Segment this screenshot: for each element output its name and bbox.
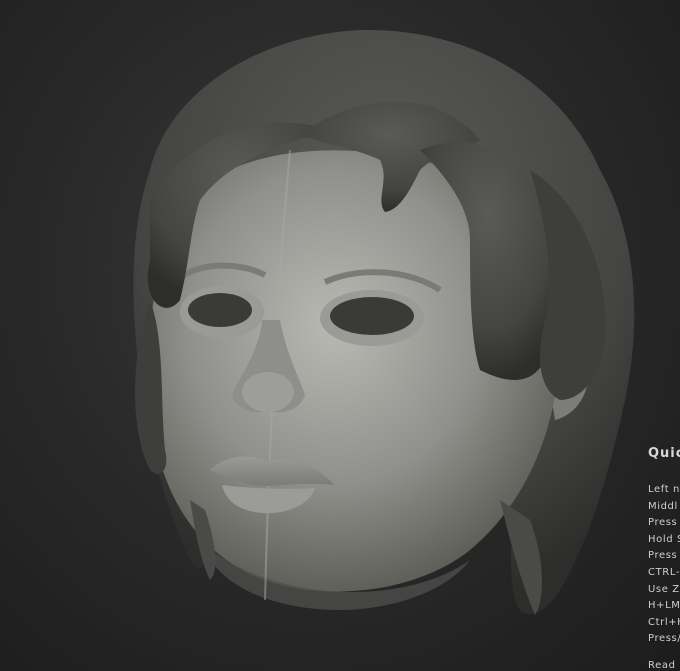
quick-info-title: Quicl [648,446,680,461]
quick-info-line: Read [648,659,676,671]
quick-info-line: Use Z [648,583,680,595]
quick-info-line: Press [648,517,678,529]
quick-info-line: CTRL- [648,566,680,578]
quick-info-line: Press/ [648,633,680,645]
left-eye [188,293,252,327]
quick-info-line: Ctrl+H [648,616,680,628]
right-eye [330,297,414,335]
quick-info-line: Hold S [648,533,680,545]
quick-info-list: Left n Middl Press Hold S Press CTRL- Us… [648,482,680,671]
quick-info-line: Press [648,550,678,562]
quick-info-panel: Quicl Left n Middl Press Hold S Press CT… [648,446,680,671]
quick-info-line: H+LMB [648,600,680,612]
nose-tip [242,372,294,412]
sculpt-model-head[interactable] [0,0,680,671]
quick-info-line: Left n [648,484,680,495]
quick-info-line: Middl [648,500,678,512]
3d-viewport[interactable] [0,0,680,671]
